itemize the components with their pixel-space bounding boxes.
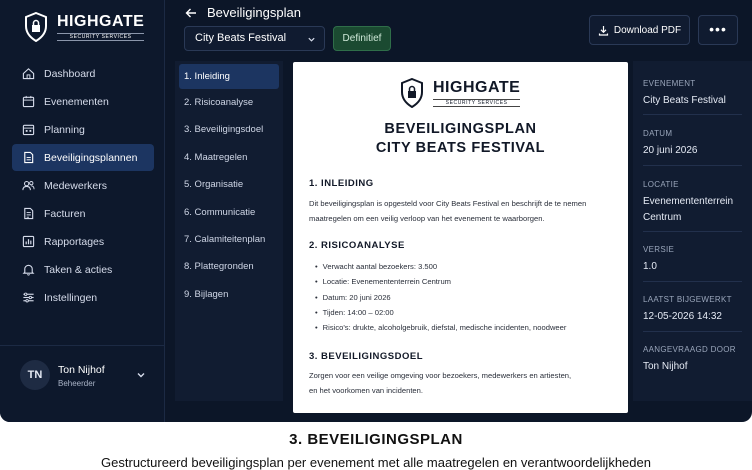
app-window: HIGHGATE SECURITY SERVICES Dashboard Eve… [0, 0, 752, 422]
toc-item[interactable]: 7. Calamiteitenplan [175, 226, 283, 253]
toc-item[interactable]: 1. Inleiding [179, 64, 279, 89]
brand-logo[interactable]: HIGHGATE SECURITY SERVICES [24, 12, 145, 42]
back-arrow-icon[interactable] [185, 7, 197, 19]
meta-label: LOCATIE [643, 180, 679, 189]
section-text: Dit beveiligingsplan is opgesteld voor C… [309, 199, 587, 223]
shield-lock-icon [401, 78, 423, 108]
risk-list: Verwacht aantal bezoekers: 3.500 Locatie… [315, 259, 567, 335]
sliders-icon [23, 292, 34, 303]
users-icon [22, 180, 35, 191]
sidebar-item-label: Instellingen [44, 291, 98, 304]
meta-label: VERSIE [643, 245, 675, 254]
page-title: Beveiligingsplan [207, 5, 301, 20]
user-name: Ton Nijhof [58, 364, 105, 376]
sidebar-item-instellingen[interactable]: Instellingen [12, 284, 154, 311]
section-heading: 2. RISICOANALYSE [309, 240, 405, 251]
meta-label: LAATST BIJGEWERKT [643, 295, 732, 304]
chevron-down-icon [308, 37, 315, 42]
event-select[interactable]: City Beats Festival [184, 26, 325, 51]
plan-details-panel: EVENEMENT City Beats Festival DATUM 20 j… [633, 61, 752, 401]
meta-value: City Beats Festival [643, 95, 726, 106]
status-badge: Definitief [333, 26, 391, 51]
section-heading: 1. INLEIDING [309, 178, 374, 189]
avatar: TN [20, 360, 50, 390]
sidebar: HIGHGATE SECURITY SERVICES Dashboard Eve… [0, 0, 165, 422]
sidebar-item-label: Taken & acties [44, 263, 113, 276]
list-item: Risico's: drukte, alcoholgebruik, diefst… [315, 320, 567, 335]
chevron-down-icon[interactable] [136, 370, 146, 380]
meta-label: DATUM [643, 129, 673, 138]
sidebar-item-label: Planning [44, 123, 85, 136]
sidebar-item-beveiligingsplannen[interactable]: Beveiligingsplannen [12, 144, 154, 171]
meta-value: 12-05-2026 14:32 [643, 311, 722, 322]
meta-value: 1.0 [643, 261, 657, 272]
list-item: Tijden: 14:00 – 02:00 [315, 305, 566, 320]
meta-value: Ton Nijhof [643, 361, 688, 372]
sidebar-item-label: Evenementen [44, 95, 109, 108]
list-item: Verwacht aantal bezoekers: 3.500 [315, 259, 566, 274]
chart-icon [22, 235, 35, 248]
sidebar-item-evenementen[interactable]: Evenementen [12, 88, 154, 115]
more-options-button[interactable]: ••• [698, 15, 738, 45]
toc-item[interactable]: 2. Risicoanalyse [175, 89, 283, 116]
sidebar-item-label: Rapportages [44, 235, 105, 248]
sidebar-item-label: Beveiligingsplannen [44, 151, 138, 164]
brand-tagline: SECURITY SERVICES [433, 99, 521, 107]
table-of-contents: 1. Inleiding 2. Risicoanalyse 3. Beveili… [175, 61, 283, 401]
toc-item[interactable]: 4. Maatregelen [175, 144, 283, 171]
home-icon [22, 68, 35, 80]
divider [643, 281, 742, 282]
toc-item[interactable]: 9. Bijlagen [175, 281, 283, 308]
sidebar-item-medewerkers[interactable]: Medewerkers [12, 172, 154, 199]
sidebar-item-label: Facturen [44, 207, 86, 220]
event-select-value: City Beats Festival [195, 32, 287, 44]
divider [643, 231, 742, 232]
sidebar-item-facturen[interactable]: Facturen [12, 200, 154, 227]
sidebar-item-label: Dashboard [44, 67, 96, 80]
user-role: Beheerder [58, 379, 96, 388]
document-preview: HIGHGATE SECURITY SERVICES BEVEILIGINGSP… [293, 62, 628, 413]
shield-lock-icon [25, 12, 47, 42]
bell-icon [22, 264, 35, 276]
meta-value: Evenemententerrein Centrum [643, 196, 734, 223]
calendar-icon [22, 95, 35, 108]
invoice-icon [24, 207, 34, 220]
sidebar-item-planning[interactable]: Planning [12, 116, 154, 143]
toc-item[interactable]: 6. Communicatie [175, 199, 283, 226]
download-icon [598, 25, 608, 36]
download-pdf-label: Download PDF [613, 24, 682, 36]
download-pdf-button[interactable]: Download PDF [589, 15, 690, 45]
sidebar-item-taken-acties[interactable]: Taken & acties [12, 256, 154, 283]
document-title: BEVEILIGINGSPLAN CITY BEATS FESTIVAL [375, 121, 546, 156]
sidebar-item-label: Medewerkers [44, 179, 108, 192]
meta-label: EVENEMENT [643, 79, 696, 88]
section-text: Zorgen voor een veilige omgeving voor be… [309, 371, 572, 395]
sidebar-item-dashboard[interactable]: Dashboard [12, 60, 154, 87]
document-icon [24, 151, 34, 164]
meta-label: AANGEVRAAGD DOOR [643, 345, 736, 354]
caption-title: 3. BEVEILIGINGSPLAN [289, 431, 463, 448]
sidebar-nav: Dashboard Evenementen Planning Beveiligi… [12, 60, 154, 312]
toc-item[interactable]: 8. Plattegronden [175, 253, 283, 280]
brand-tagline: SECURITY SERVICES [57, 33, 145, 41]
section-heading: 3. BEVEILIGINGSDOEL [309, 351, 424, 362]
user-menu[interactable]: TN Ton Nijhof Beheerder [0, 345, 165, 405]
list-item: Datum: 20 juni 2026 [315, 290, 566, 305]
toc-item[interactable]: 3. Beveiligingsdoel [175, 116, 283, 143]
meta-value: 20 juni 2026 [643, 145, 698, 156]
document-logo: HIGHGATE SECURITY SERVICES [400, 78, 521, 108]
list-item: Locatie: Evenemententerrein Centrum [315, 274, 566, 289]
divider [643, 114, 742, 115]
brand-name: HIGHGATE [433, 79, 521, 96]
toc-item[interactable]: 5. Organisatie [175, 171, 283, 198]
caption-subtitle: Gestructureerd beveiligingsplan per even… [101, 455, 651, 470]
brand-name: HIGHGATE [57, 13, 145, 30]
divider [643, 165, 742, 166]
divider [643, 331, 742, 332]
sidebar-item-rapportages[interactable]: Rapportages [12, 228, 154, 255]
calendar-grid-icon [22, 124, 35, 136]
